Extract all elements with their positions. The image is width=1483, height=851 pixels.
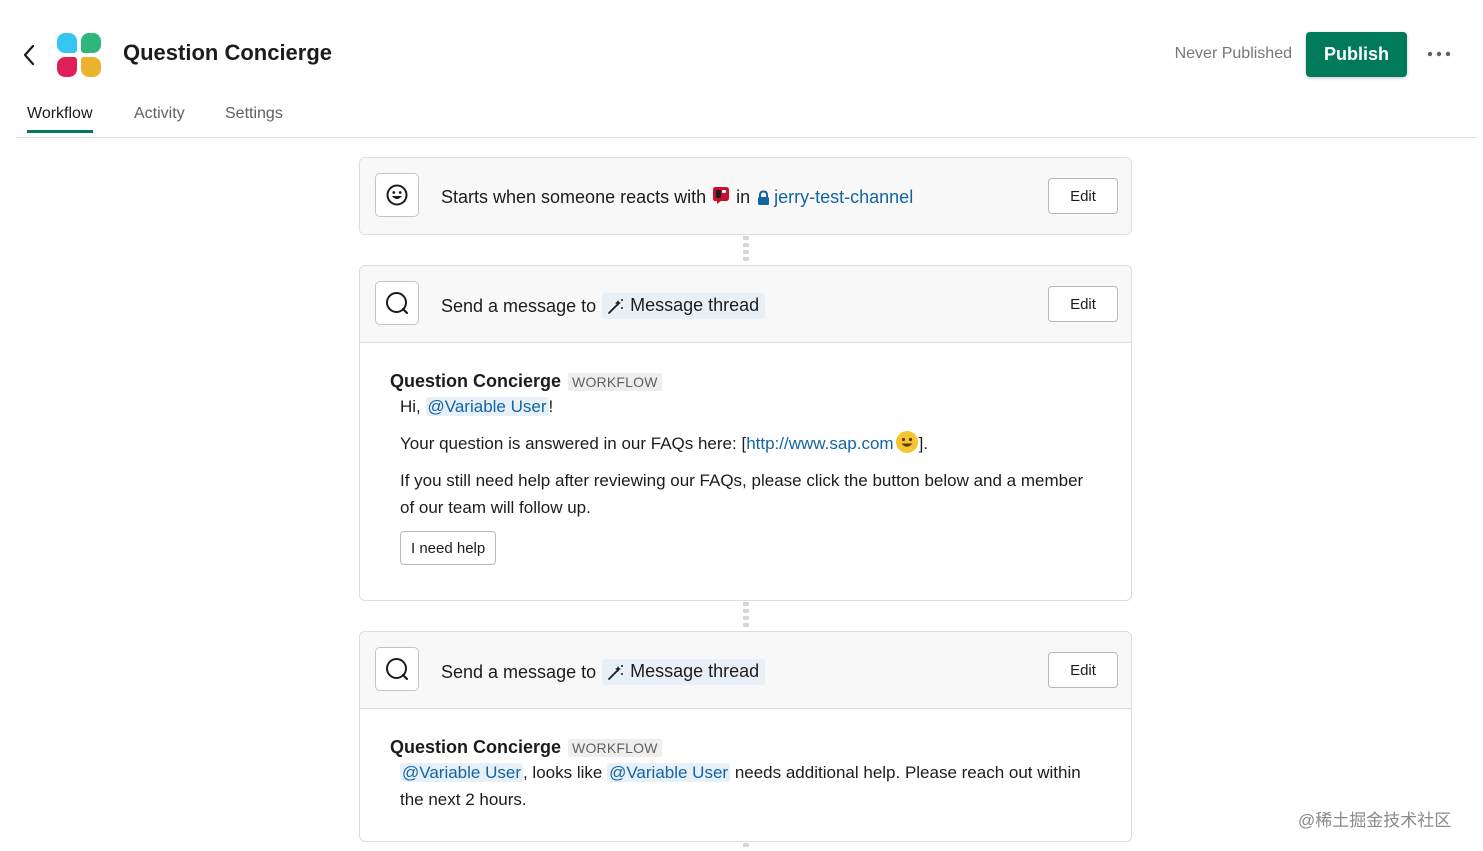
- message-followup: @Variable User, looks like @Variable Use…: [400, 759, 1090, 813]
- reaction-emoji-icon: [712, 185, 730, 210]
- variable-mention[interactable]: @Variable User: [400, 763, 523, 782]
- followup-mid: , looks like: [522, 763, 603, 782]
- edit-trigger-button[interactable]: Edit: [1048, 178, 1118, 214]
- step-prefix: Send a message to: [441, 295, 597, 316]
- message-preview: Question Concierge WORKFLOW @Variable Us…: [360, 709, 1131, 813]
- emoji-icon: [386, 184, 408, 206]
- step-header: Send a message to Message thread Edit: [360, 632, 1131, 709]
- step-connector: [743, 602, 749, 630]
- step-connector: [743, 236, 749, 264]
- trigger-header: Starts when someone reacts with in jerry…: [360, 158, 1131, 234]
- channel-link[interactable]: jerry-test-channel: [757, 187, 913, 208]
- tab-activity[interactable]: Activity: [134, 105, 185, 133]
- message-line-faq: Your question is answered in our FAQs he…: [400, 430, 1101, 457]
- faq-prefix: Your question is answered in our FAQs he…: [400, 434, 747, 453]
- smiley-emoji-icon: [895, 431, 918, 453]
- tab-bar: Workflow Activity Settings: [16, 100, 1477, 138]
- step-card: Send a message to Message thread Edit Qu…: [359, 265, 1132, 601]
- step-icon-box: [375, 281, 419, 325]
- edit-step-button[interactable]: Edit: [1048, 652, 1118, 688]
- faq-suffix: ].: [918, 434, 929, 453]
- need-help-button[interactable]: I need help: [400, 531, 497, 565]
- tab-workflow[interactable]: Workflow: [27, 105, 93, 133]
- step-prefix: Send a message to: [441, 661, 597, 682]
- sender-name: Question Concierge: [390, 371, 562, 391]
- more-options-button[interactable]: [1423, 38, 1455, 70]
- edit-step-button[interactable]: Edit: [1048, 286, 1118, 322]
- chevron-left-icon: [23, 44, 35, 66]
- magic-wand-icon: [608, 664, 624, 680]
- token-label: Message thread: [630, 661, 760, 681]
- publish-button[interactable]: Publish: [1306, 32, 1407, 77]
- back-button[interactable]: [18, 40, 42, 70]
- message-greeting: Hi, @Variable User!: [400, 393, 1101, 420]
- step-connector: [743, 843, 749, 850]
- workflow-badge: WORKFLOW: [568, 372, 662, 391]
- trigger-icon-box: [375, 173, 419, 217]
- message-bubble-icon: [386, 292, 409, 315]
- trigger-text: Starts when someone reacts with: [441, 187, 707, 207]
- app-header: Question Concierge Never Published Publi…: [0, 0, 1483, 138]
- message-line-help: If you still need help after reviewing o…: [400, 471, 1084, 517]
- channel-name: jerry-test-channel: [774, 187, 914, 207]
- step-header: Send a message to Message thread Edit: [360, 266, 1131, 343]
- magic-wand-icon: [608, 298, 624, 314]
- step-card: Send a message to Message thread Edit Qu…: [359, 631, 1132, 842]
- greeting-suffix: !: [548, 397, 554, 416]
- greeting-text: Hi,: [400, 397, 421, 416]
- trigger-description: Starts when someone reacts with in jerry…: [441, 185, 913, 210]
- lock-icon: [758, 189, 770, 205]
- step-description: Send a message to Message thread: [441, 659, 766, 685]
- message-bubble-icon: [386, 658, 409, 681]
- variable-mention[interactable]: @Variable User: [425, 397, 549, 416]
- page-title: Question Concierge: [123, 40, 333, 65]
- sender-line: Question Concierge WORKFLOW: [390, 737, 1101, 758]
- token-label: Message thread: [630, 295, 760, 315]
- step-description: Send a message to Message thread: [441, 293, 766, 319]
- watermark: @稀土掘金技术社区: [1298, 811, 1452, 830]
- workflow-badge: WORKFLOW: [568, 738, 662, 757]
- sender-line: Question Concierge WORKFLOW: [390, 371, 1101, 392]
- variable-mention[interactable]: @Variable User: [607, 763, 731, 782]
- workflow-logo: [57, 33, 101, 77]
- ellipsis-icon: [1427, 51, 1451, 57]
- trigger-card: Starts when someone reacts with in jerry…: [359, 157, 1132, 235]
- sender-name: Question Concierge: [390, 737, 562, 757]
- message-preview: Question Concierge WORKFLOW Hi, @Variabl…: [360, 343, 1131, 565]
- message-thread-token: Message thread: [602, 293, 766, 319]
- message-thread-token: Message thread: [602, 659, 766, 685]
- step-icon-box: [375, 647, 419, 691]
- faq-link[interactable]: http://www.sap.com: [746, 434, 893, 453]
- trigger-in-text: in: [736, 187, 751, 207]
- publish-status: Never Published: [1174, 45, 1292, 62]
- tab-settings[interactable]: Settings: [225, 105, 283, 133]
